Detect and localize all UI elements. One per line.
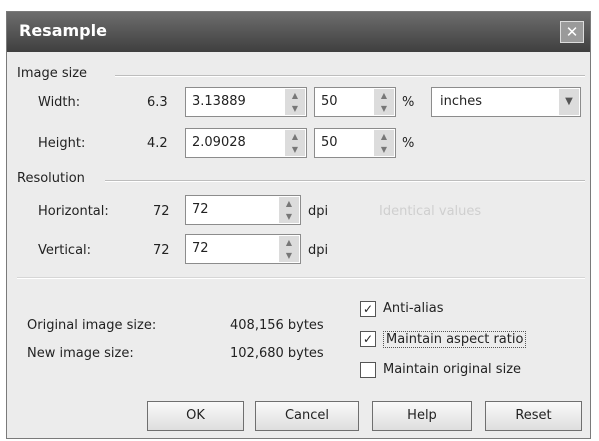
height-label: Height: (38, 136, 86, 151)
maintain-original-size-label: Maintain original size (383, 362, 522, 377)
width-percent-input[interactable]: 50 ▲ ▼ (314, 87, 396, 117)
width-label: Width: (38, 95, 81, 110)
maintain-aspect-ratio-checkbox[interactable]: ✓ (360, 331, 376, 347)
height-percent-symbol: % (402, 136, 415, 151)
resample-dialog: Resample ✕ Image size Width: 6.3 3.13889… (6, 11, 591, 439)
vertical-label: Vertical: (38, 243, 92, 258)
spinner-arrows-icon: ▲ ▼ (285, 238, 293, 260)
original-size-value: 408,156 bytes (230, 318, 324, 333)
vertical-dpi-spinner[interactable]: ▲ ▼ (279, 236, 299, 262)
close-button[interactable]: ✕ (560, 21, 584, 43)
new-size-label: New image size: (27, 346, 134, 361)
checkmark-icon: ✓ (362, 332, 374, 346)
image-size-divider (115, 75, 585, 77)
height-input-value: 2.09028 (192, 135, 246, 150)
new-size-value: 102,680 bytes (230, 346, 324, 361)
spinner-arrows-icon: ▲ ▼ (380, 91, 388, 113)
units-select[interactable]: inches ▼ (431, 87, 581, 117)
reset-button[interactable]: Reset (485, 401, 582, 431)
horizontal-original-value: 72 (153, 204, 170, 219)
ok-button[interactable]: OK (147, 401, 244, 431)
close-icon: ✕ (565, 23, 579, 41)
anti-alias-label: Anti-alias (383, 301, 444, 316)
vertical-dpi-input[interactable]: 72 ▲ ▼ (185, 234, 301, 264)
spinner-arrows-icon: ▲ ▼ (380, 132, 388, 154)
height-input[interactable]: 2.09028 ▲ ▼ (185, 128, 307, 158)
chevron-down-icon: ▼ (559, 89, 579, 115)
cancel-button[interactable]: Cancel (255, 401, 359, 431)
horizontal-dpi-value: 72 (192, 202, 209, 217)
image-size-section-label: Image size (17, 66, 88, 81)
width-percent-symbol: % (402, 95, 415, 110)
spinner-arrows-icon: ▲ ▼ (285, 199, 293, 221)
units-selected-value: inches (440, 94, 483, 109)
help-button[interactable]: Help (372, 401, 472, 431)
width-original-value: 6.3 (147, 95, 168, 110)
height-percent-input[interactable]: 50 ▲ ▼ (314, 128, 396, 158)
original-size-label: Original image size: (27, 318, 157, 333)
spinner-arrows-icon: ▲ ▼ (291, 91, 299, 113)
maintain-original-size-checkbox[interactable] (360, 362, 376, 378)
resolution-divider (105, 180, 585, 182)
width-spinner[interactable]: ▲ ▼ (285, 89, 305, 115)
height-percent-value: 50 (321, 135, 338, 150)
dialog-title: Resample (19, 21, 107, 40)
width-percent-spinner[interactable]: ▲ ▼ (374, 89, 394, 115)
width-input[interactable]: 3.13889 ▲ ▼ (185, 87, 307, 117)
height-original-value: 4.2 (147, 136, 168, 151)
height-percent-spinner[interactable]: ▲ ▼ (374, 130, 394, 156)
horizontal-dpi-spinner[interactable]: ▲ ▼ (279, 197, 299, 223)
resolution-section-label: Resolution (17, 171, 85, 186)
anti-alias-checkbox[interactable]: ✓ (360, 301, 376, 317)
width-percent-value: 50 (321, 94, 338, 109)
info-divider (17, 277, 585, 279)
spinner-arrows-icon: ▲ ▼ (291, 132, 299, 154)
identical-values-label: Identical values (379, 204, 482, 219)
vertical-dpi-value: 72 (192, 241, 209, 256)
vertical-dpi-unit: dpi (308, 243, 329, 258)
width-input-value: 3.13889 (192, 94, 246, 109)
horizontal-label: Horizontal: (38, 204, 109, 219)
horizontal-dpi-unit: dpi (308, 204, 329, 219)
checkmark-icon: ✓ (362, 302, 374, 316)
title-bar: Resample ✕ (7, 12, 590, 52)
height-spinner[interactable]: ▲ ▼ (285, 130, 305, 156)
horizontal-dpi-input[interactable]: 72 ▲ ▼ (185, 195, 301, 225)
maintain-aspect-ratio-label: Maintain aspect ratio (383, 331, 527, 348)
vertical-original-value: 72 (153, 243, 170, 258)
